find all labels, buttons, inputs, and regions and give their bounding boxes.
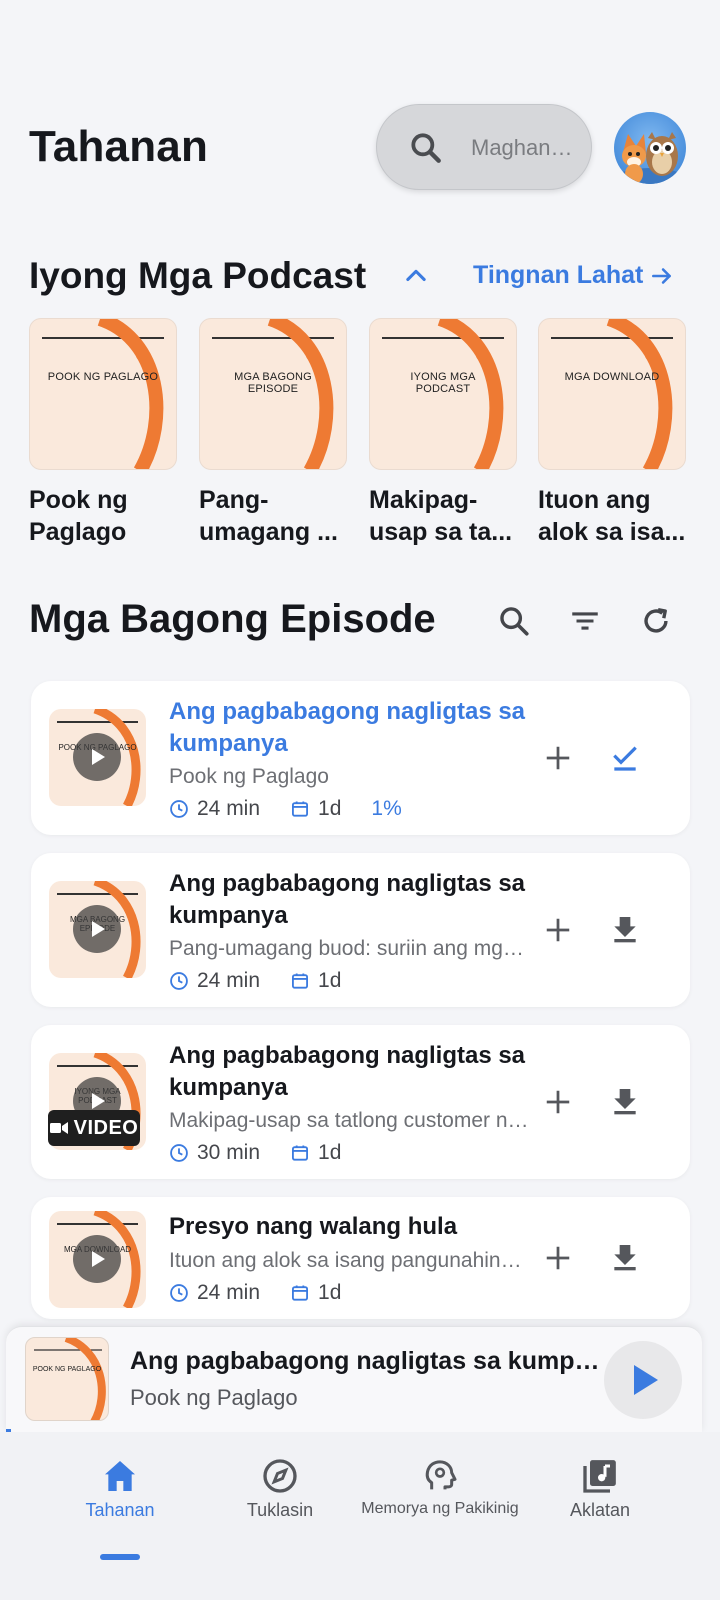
view-all-label: Tingnan Lahat <box>473 261 644 289</box>
play-icon <box>73 733 121 781</box>
episode-title: Presyo nang walang hula <box>169 1213 458 1240</box>
podcast-cover: MGA DOWNLOAD <box>538 318 686 470</box>
home-icon <box>105 1461 135 1491</box>
episode-meta: 24 min 1d <box>169 1281 371 1305</box>
avatar-image <box>616 132 684 184</box>
arrow-right-icon <box>652 267 672 284</box>
play-icon <box>634 1365 658 1395</box>
calendar-icon <box>292 1145 309 1161</box>
episode-age: 1d <box>318 969 342 992</box>
filter-icon[interactable] <box>568 604 602 638</box>
active-tab-indicator <box>100 1554 140 1560</box>
search-input[interactable]: Maghanap... <box>376 104 592 190</box>
add-to-queue-icon[interactable] <box>543 1087 573 1117</box>
download-icon[interactable] <box>609 1241 641 1273</box>
episode-age: 1d <box>318 1141 342 1164</box>
podcast-cover: POOK NG PAGLAGO <box>29 318 177 470</box>
page-title: Tahanan <box>29 122 209 171</box>
refresh-icon[interactable] <box>639 604 673 638</box>
episode-card[interactable]: POOK NG PAGLAGO Ang pagbabagong nagligta… <box>31 681 690 835</box>
clock-icon <box>170 1144 188 1162</box>
player-subtitle: Pook ng Paglago <box>130 1385 298 1410</box>
play-icon <box>73 905 121 953</box>
episode-duration: 24 min <box>197 1281 261 1304</box>
check-icon[interactable] <box>609 741 641 773</box>
episode-subtitle: Pang-umagang buod: suriin ang mga pangun… <box>169 937 529 960</box>
header: Tahanan Maghanap... <box>0 100 720 192</box>
clock-icon <box>170 972 188 990</box>
podcast-cover: MGA BAGONG EPISODE <box>199 318 347 470</box>
nav-item-listening-memory[interactable]: Memorya ng Pakikinig <box>356 1456 524 1518</box>
podcast-card[interactable]: POOK NG PAGLAGO Pook ng Paglago <box>29 318 177 548</box>
episode-meta: 30 min 1d <box>169 1141 371 1165</box>
avatar[interactable] <box>614 112 686 184</box>
podcast-name: Ituon ang alok sa isa... <box>538 486 686 546</box>
podcast-name: Makipag-usap sa ta... <box>369 486 513 546</box>
podcast-cover: IYONG MGA PODCAST <box>369 318 517 470</box>
episode-card[interactable]: IYONG MGA PODCAST Ang pagbabagong naglig… <box>31 1025 690 1179</box>
view-all-link[interactable]: Tingnan Lahat <box>473 261 675 290</box>
episode-card[interactable]: MGA DOWNLOAD Presyo nang walang hula Itu… <box>31 1197 690 1319</box>
play-button[interactable] <box>604 1341 682 1419</box>
episode-subtitle: Ituon ang alok sa isang pangunahing prob… <box>169 1249 529 1272</box>
podcast-card[interactable]: MGA DOWNLOAD Ituon ang alok sa isa... <box>538 318 686 548</box>
episode-age: 1d <box>318 1281 342 1304</box>
episode-subtitle: Makipag-usap sa tatlong customer ngayong… <box>169 1109 529 1132</box>
add-to-queue-icon[interactable] <box>543 915 573 945</box>
compass-icon <box>263 1459 297 1493</box>
search-icon <box>411 133 441 163</box>
search-placeholder: Maghanap... <box>471 135 583 160</box>
nav-item-home[interactable]: Tahanan <box>62 1456 178 1521</box>
player-cover: POOK NG PAGLAGO <box>25 1337 109 1421</box>
search-icon[interactable] <box>497 604 531 638</box>
download-icon[interactable] <box>609 913 641 945</box>
mini-player[interactable]: POOK NG PAGLAGO Ang pagbabagong nagligta… <box>6 1326 702 1432</box>
episode-duration: 24 min <box>197 969 261 992</box>
clock-icon <box>170 1284 188 1302</box>
library-icon <box>583 1460 616 1493</box>
player-title: Ang pagbabagong nagligtas sa kumpanya <box>130 1347 600 1375</box>
episode-thumbnail[interactable]: MGA DOWNLOAD <box>49 1211 146 1308</box>
episode-duration: 30 min <box>197 1141 261 1164</box>
section-title-episodes: Mga Bagong Episode <box>29 597 436 641</box>
episode-meta: 24 min 1d 1% <box>169 797 402 821</box>
episode-age: 1d <box>318 797 342 820</box>
nav-item-library[interactable]: Aklatan <box>556 1456 644 1521</box>
episode-subtitle: Pook ng Paglago <box>169 765 329 788</box>
nav-item-discover[interactable]: Tuklasin <box>226 1456 334 1521</box>
podcast-card[interactable]: IYONG MGA PODCAST Makipag-usap sa ta... <box>369 318 517 548</box>
video-badge: VIDEO <box>48 1110 140 1146</box>
add-to-queue-icon[interactable] <box>543 1243 573 1273</box>
podcast-card[interactable]: MGA BAGONG EPISODE Pang-umagang ... <box>199 318 347 548</box>
chevron-up-icon[interactable] <box>402 262 430 290</box>
add-to-queue-icon[interactable] <box>543 743 573 773</box>
bottom-nav: Tahanan Tuklasin Memorya ng Pakikinig Ak… <box>0 1432 720 1600</box>
episode-title: Ang pagbabagong nagligtas sa kumpanya <box>169 1042 526 1101</box>
episode-thumbnail[interactable]: MGA BAGONG EPISODE <box>49 881 146 978</box>
play-icon <box>73 1235 121 1283</box>
memory-icon <box>425 1460 457 1490</box>
episode-thumbnail[interactable]: POOK NG PAGLAGO <box>49 709 146 806</box>
podcast-name: Pook ng Paglago <box>29 486 128 546</box>
podcast-carousel[interactable]: POOK NG PAGLAGO Pook ng Paglago MGA BAGO… <box>29 318 720 548</box>
video-camera-icon <box>49 1122 68 1134</box>
episode-progress: 1% <box>371 797 402 820</box>
podcast-name: Pang-umagang ... <box>199 486 338 546</box>
calendar-icon <box>292 801 309 817</box>
episode-title: Ang pagbabagong nagligtas sa kumpanya <box>169 870 526 929</box>
section-title-podcasts: Iyong Mga Podcast <box>29 255 367 296</box>
calendar-icon <box>292 1285 309 1301</box>
download-icon[interactable] <box>609 1085 641 1117</box>
episode-duration: 24 min <box>197 797 261 820</box>
episode-meta: 24 min 1d <box>169 969 371 993</box>
clock-icon <box>170 800 188 818</box>
calendar-icon <box>292 973 309 989</box>
episode-title: Ang pagbabagong nagligtas sa kumpanya <box>169 698 526 757</box>
episode-card[interactable]: MGA BAGONG EPISODE Ang pagbabagong nagli… <box>31 853 690 1007</box>
